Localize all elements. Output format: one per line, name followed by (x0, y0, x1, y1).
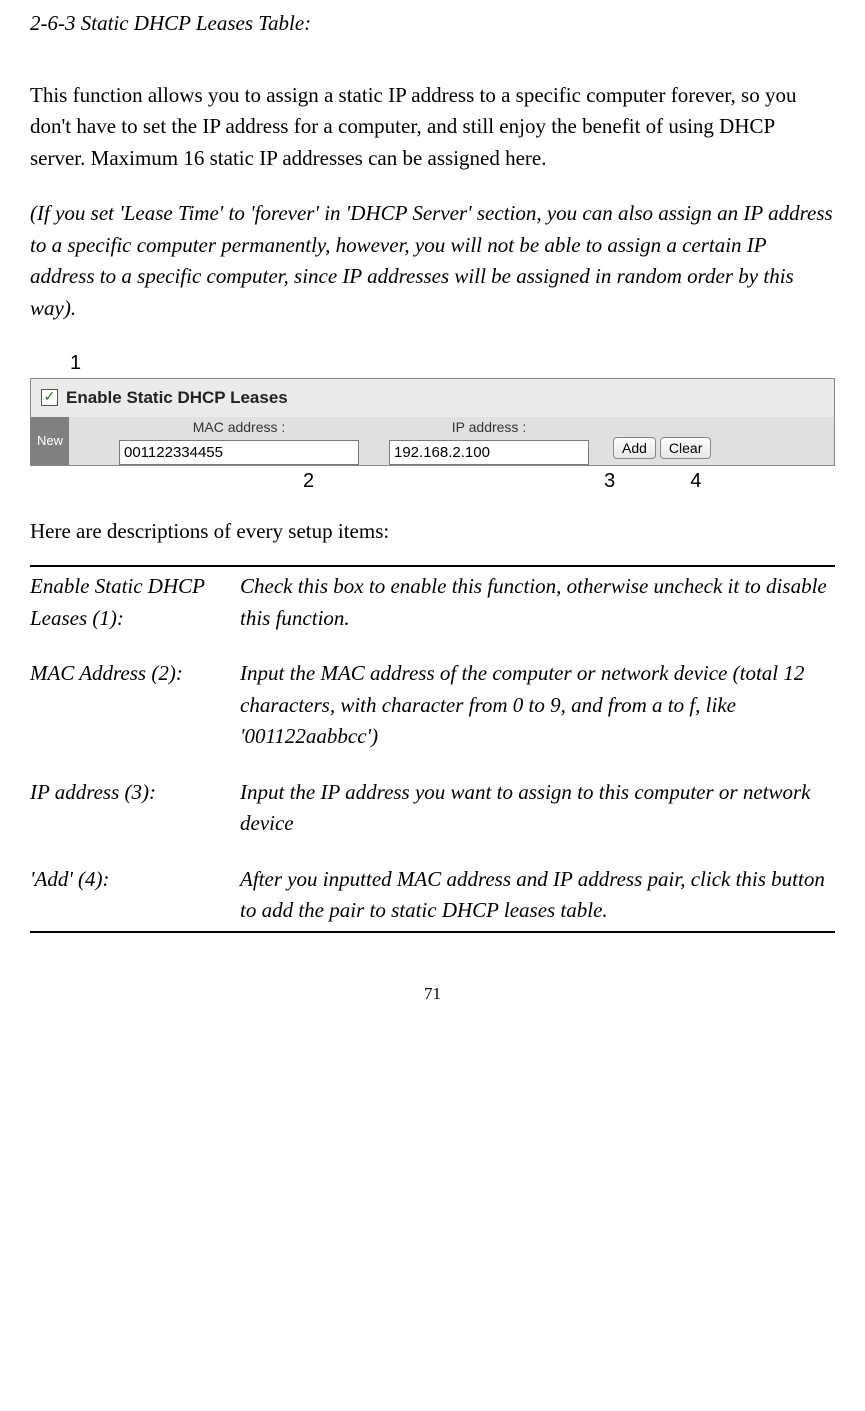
row-label: 'Add' (4): (30, 864, 240, 927)
callout-1: 1 (70, 348, 835, 378)
row-label: Enable Static DHCP Leases (1): (30, 571, 240, 634)
table-bottom-rule (30, 931, 835, 933)
add-button[interactable]: Add (613, 437, 656, 459)
callout-2: 2 (303, 466, 314, 496)
row-desc: Check this box to enable this function, … (240, 571, 835, 634)
enable-checkbox-label: Enable Static DHCP Leases (66, 385, 288, 411)
table-row: Enable Static DHCP Leases (1): Check thi… (30, 571, 835, 634)
description-table: Enable Static DHCP Leases (1): Check thi… (30, 571, 835, 927)
mac-column: MAC address : (119, 417, 359, 465)
ip-address-input[interactable] (389, 440, 589, 465)
ip-address-label: IP address : (389, 417, 589, 438)
ip-column: IP address : (389, 417, 589, 465)
note-paragraph: (If you set 'Lease Time' to 'forever' in… (30, 198, 835, 324)
new-entry-row: New MAC address : IP address : Add Clear (31, 417, 834, 465)
table-row: MAC Address (2): Input the MAC address o… (30, 658, 835, 753)
table-row: 'Add' (4): After you inputted MAC addres… (30, 864, 835, 927)
clear-button[interactable]: Clear (660, 437, 711, 459)
enable-checkbox[interactable]: ✓ (41, 389, 58, 406)
page-number: 71 (30, 981, 835, 1007)
mac-address-label: MAC address : (119, 417, 359, 438)
new-row-label: New (31, 417, 69, 465)
row-desc: After you inputted MAC address and IP ad… (240, 864, 835, 927)
button-group: Add Clear (613, 437, 721, 465)
callout-4: 4 (690, 466, 701, 496)
mac-address-input[interactable] (119, 440, 359, 465)
row-desc: Input the IP address you want to assign … (240, 777, 835, 840)
row-desc: Input the MAC address of the computer or… (240, 658, 835, 753)
dhcp-leases-panel: ✓ Enable Static DHCP Leases New MAC addr… (30, 378, 835, 466)
table-row: IP address (3): Input the IP address you… (30, 777, 835, 840)
enable-row: ✓ Enable Static DHCP Leases (31, 379, 834, 417)
section-heading: 2-6-3 Static DHCP Leases Table: (30, 8, 835, 40)
callout-3: 3 (604, 466, 615, 496)
table-intro-text: Here are descriptions of every setup ite… (30, 516, 835, 548)
intro-paragraph: This function allows you to assign a sta… (30, 80, 835, 175)
table-top-rule (30, 565, 835, 567)
row-label: IP address (3): (30, 777, 240, 840)
callouts-below: 2 3 4 (30, 466, 835, 496)
row-label: MAC Address (2): (30, 658, 240, 753)
